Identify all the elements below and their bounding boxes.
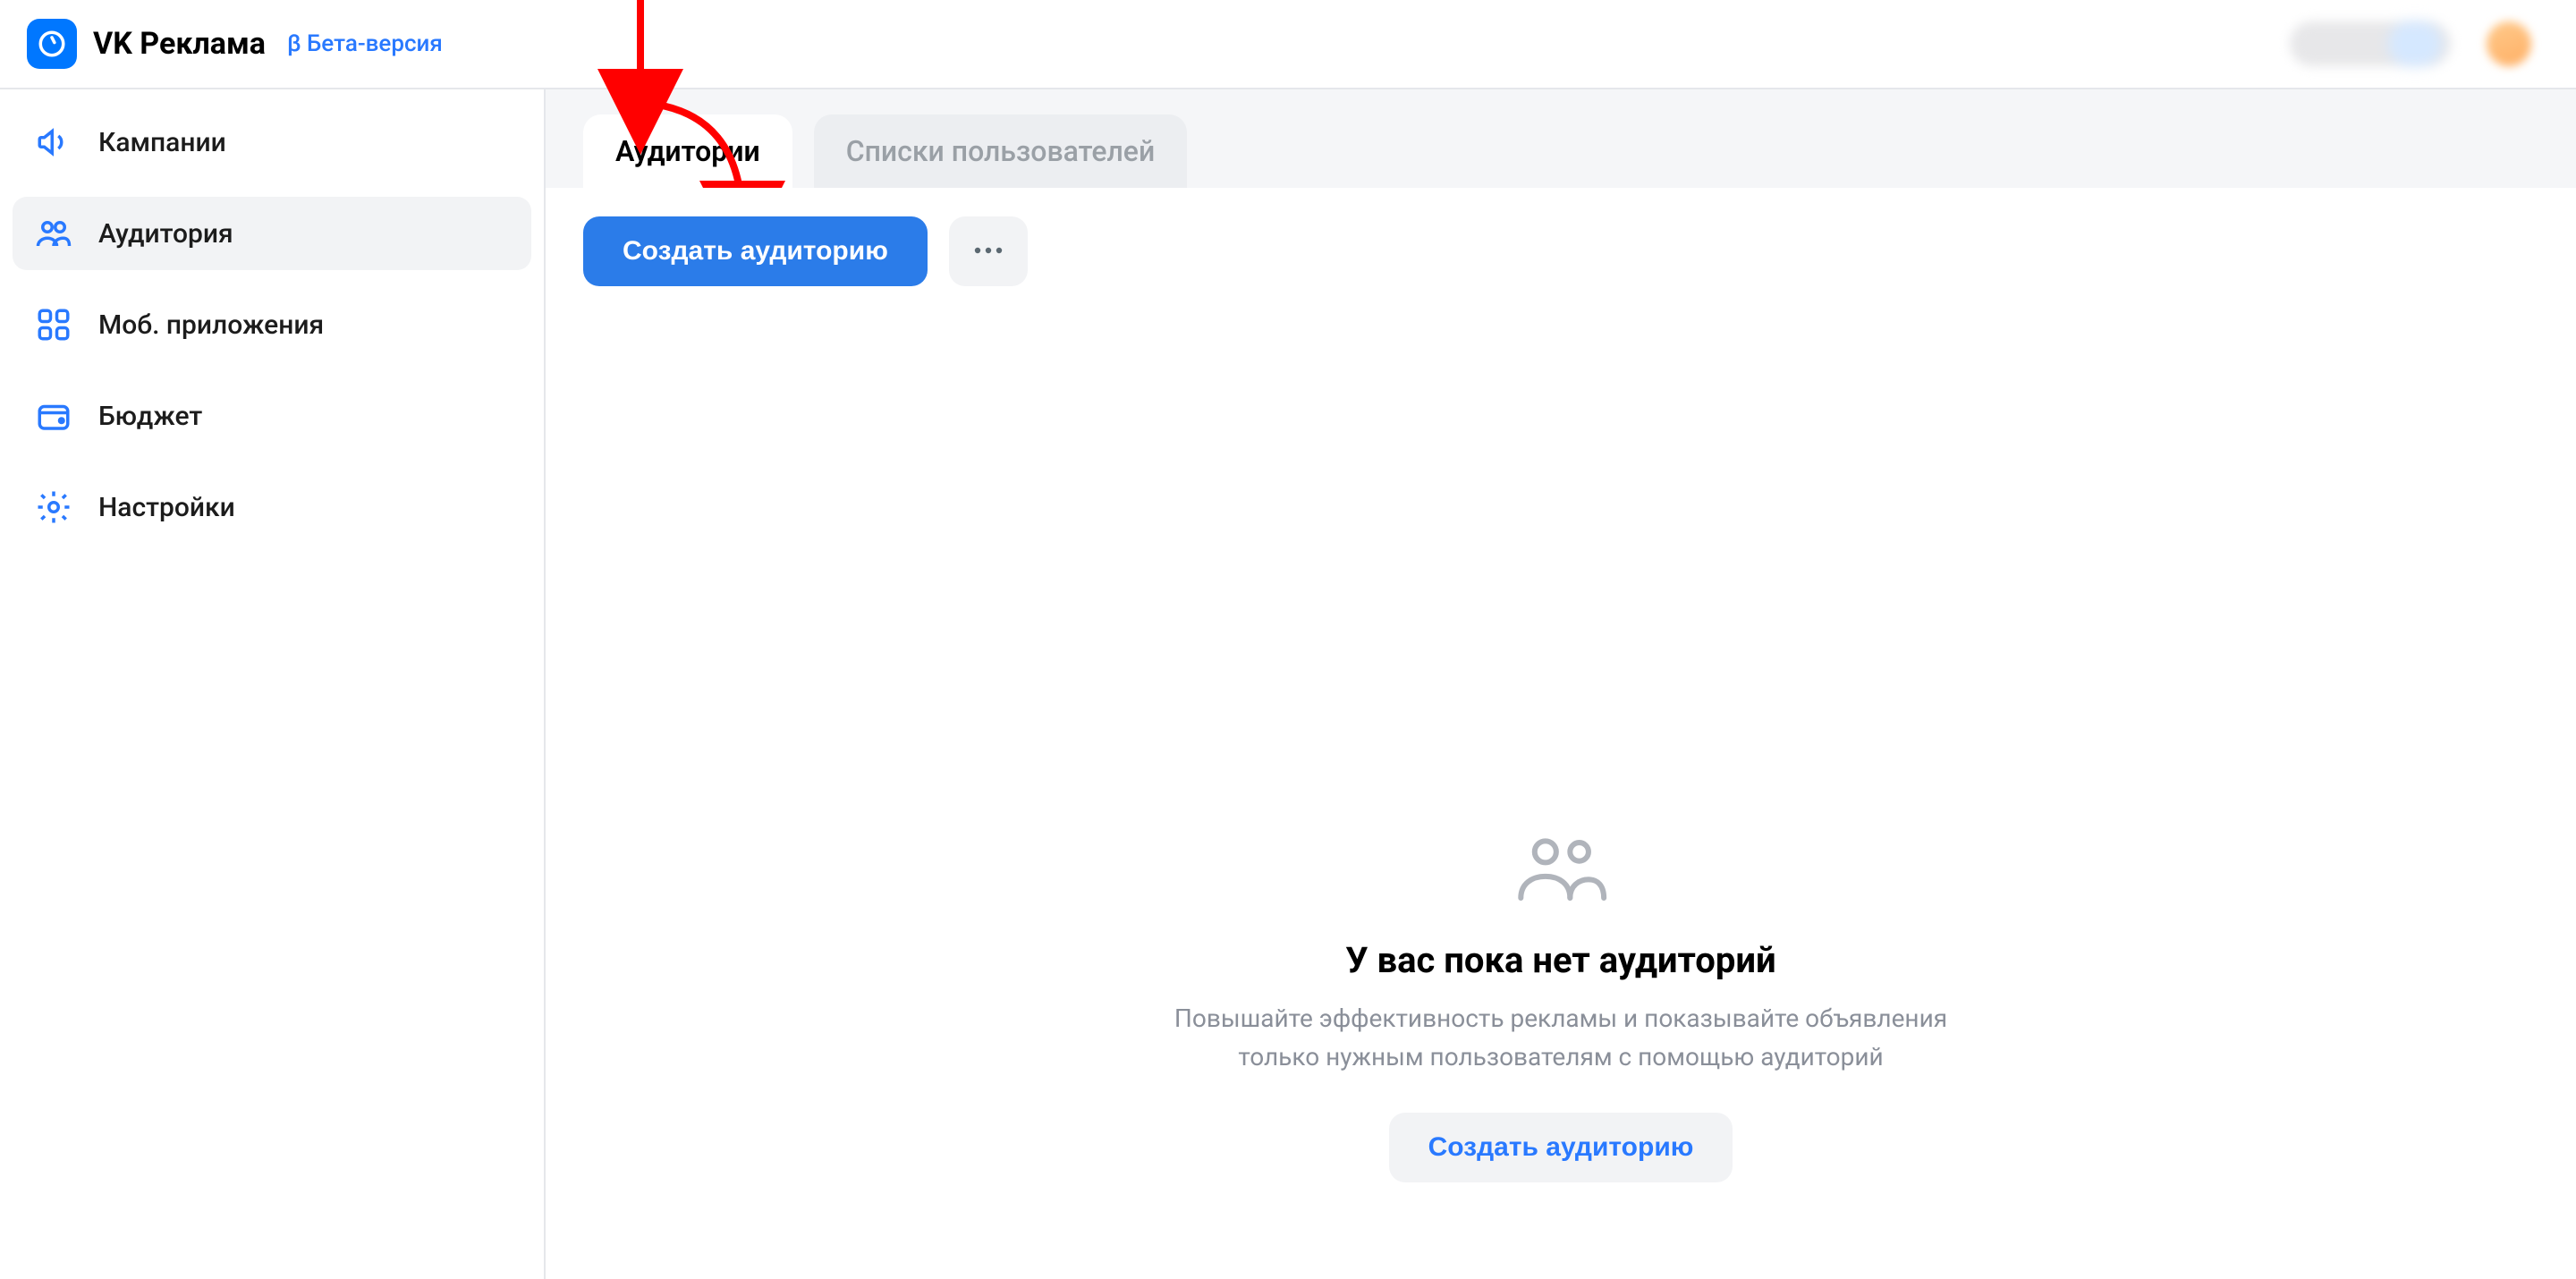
users-group-icon xyxy=(1512,832,1610,912)
create-audience-secondary-button[interactable]: Создать аудиторию xyxy=(1389,1113,1733,1182)
empty-state-title: У вас пока нет аудиторий xyxy=(1345,939,1775,981)
vk-logo xyxy=(27,19,77,69)
sidebar-item-campaigns[interactable]: Кампании xyxy=(13,106,531,179)
sidebar-item-label: Моб. приложения xyxy=(98,309,324,341)
sidebar-item-label: Кампании xyxy=(98,127,226,158)
header-right xyxy=(2290,21,2549,66)
sidebar-item-label: Настройки xyxy=(98,492,235,523)
sidebar-item-settings[interactable]: Настройки xyxy=(13,470,531,544)
sidebar-item-label: Аудитория xyxy=(98,218,233,250)
avatar[interactable] xyxy=(2487,21,2531,66)
dots-horizontal-icon xyxy=(972,245,1004,258)
sidebar: Кампании Аудитория Моб. приложения xyxy=(0,89,546,1279)
main-area: Аудитории Списки пользователей Создать а… xyxy=(546,89,2576,1279)
beta-label: β Бета-версия xyxy=(287,30,443,57)
app-title: VK Реклама xyxy=(93,26,266,62)
content-panel: Создать аудиторию У вас пока нет xyxy=(546,188,2576,1279)
sidebar-item-budget[interactable]: Бюджет xyxy=(13,379,531,453)
megaphone-icon xyxy=(34,123,73,162)
app-header: VK Реклама β Бета-версия xyxy=(0,0,2576,89)
empty-state-description: Повышайте эффективность рекламы и показы… xyxy=(1174,999,1947,1077)
header-controls-blurred xyxy=(2290,21,2451,66)
toolbar: Создать аудиторию xyxy=(583,216,2538,286)
create-audience-button[interactable]: Создать аудиторию xyxy=(583,216,928,286)
tab-label: Списки пользователей xyxy=(846,134,1156,168)
more-actions-button[interactable] xyxy=(949,216,1028,286)
gear-icon xyxy=(34,487,73,527)
apps-icon xyxy=(34,305,73,344)
empty-state: У вас пока нет аудиторий Повышайте эффек… xyxy=(1123,832,1999,1182)
sidebar-item-label: Бюджет xyxy=(98,401,202,432)
tabs-row: Аудитории Списки пользователей xyxy=(546,89,2576,188)
tab-audiences[interactable]: Аудитории xyxy=(583,114,792,188)
sidebar-item-apps[interactable]: Моб. приложения xyxy=(13,288,531,361)
sidebar-item-audience[interactable]: Аудитория xyxy=(13,197,531,270)
tab-user-lists[interactable]: Списки пользователей xyxy=(814,114,1188,188)
tab-label: Аудитории xyxy=(615,134,760,168)
wallet-icon xyxy=(34,396,73,436)
users-icon xyxy=(34,214,73,253)
